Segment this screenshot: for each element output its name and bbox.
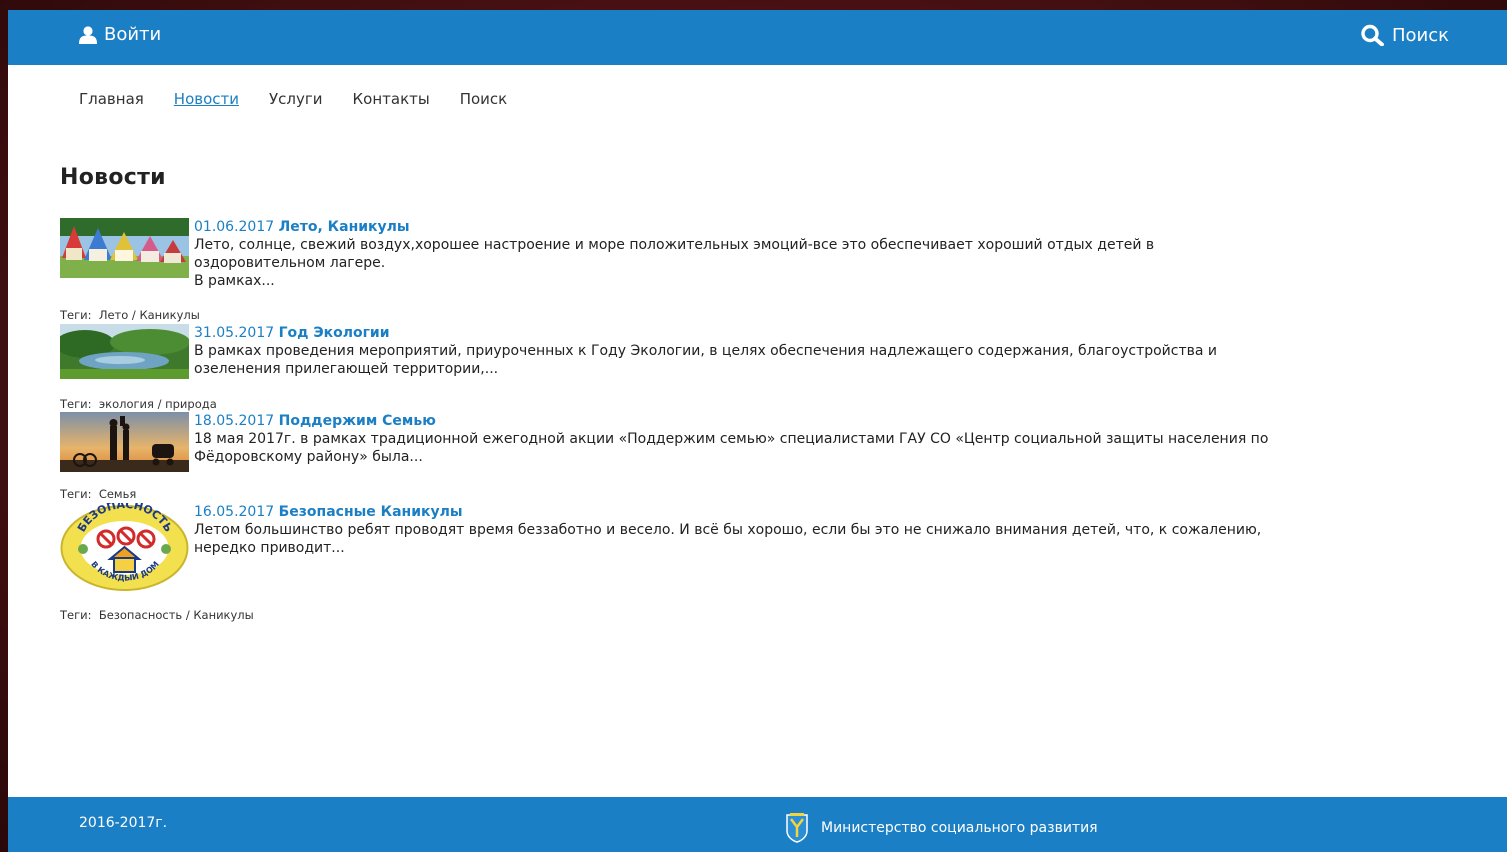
user-icon: [79, 25, 97, 44]
tags-links[interactable]: Безопасность / Каникулы: [99, 608, 254, 622]
menu-item-services[interactable]: Услуги: [269, 90, 322, 108]
news-title-link[interactable]: Безопасные Каникулы: [279, 504, 463, 520]
news-date: 18.05.2017: [194, 413, 275, 429]
news-body: 01.06.2017 Лето, Каникулы Лето, солнце, …: [194, 218, 1480, 290]
search-icon: [1361, 24, 1384, 46]
news-thumbnail-safety[interactable]: БЕЗОПАСНОСТЬ В КАЖДЫЙ ДОМ: [60, 503, 189, 591]
news-tags: Теги: Семья: [60, 487, 136, 501]
news-thumbnail-ecology[interactable]: [60, 324, 189, 379]
news-text-line: оздоровительном лагере.: [194, 255, 386, 271]
news-date: 01.06.2017: [194, 219, 275, 235]
coat-of-arms-icon: [786, 813, 808, 843]
main-menu: Главная Новости Услуги Контакты Поиск: [79, 90, 507, 108]
tags-label: Теги:: [60, 397, 92, 411]
copyright: 2016-2017г.: [79, 815, 168, 831]
news-date: 31.05.2017: [194, 325, 275, 341]
news-body: 18.05.2017 Поддержим Семью 18 мая 2017г.…: [194, 412, 1480, 466]
tags-links[interactable]: экология / природа: [99, 397, 217, 411]
news-text-line: Фёдоровскому району» была...: [194, 449, 423, 465]
news-item-1: 01.06.2017 Лето, Каникулы Лето, солнце, …: [60, 218, 1480, 322]
search-link[interactable]: Поиск: [1360, 24, 1449, 46]
login-link[interactable]: Войти: [78, 24, 161, 45]
menu-item-news[interactable]: Новости: [174, 90, 239, 108]
news-item-4: БЕЗОПАСНОСТЬ В КАЖДЫЙ ДОМ 16.05.2017 Без…: [60, 503, 1480, 622]
top-bar: Войти Поиск: [8, 10, 1507, 65]
news-text-line: Летом большинство ребят проводят время б…: [194, 522, 1262, 538]
tags-label: Теги:: [60, 308, 92, 322]
footer: 2016-2017г. Министерство социального раз…: [8, 797, 1507, 852]
news-item-3: 18.05.2017 Поддержим Семью 18 мая 2017г.…: [60, 412, 1480, 501]
news-tags: Теги: Лето / Каникулы: [60, 308, 200, 322]
news-text-line: В рамках проведения мероприятий, приуроч…: [194, 343, 1218, 359]
news-text-line: нередко приводит...: [194, 540, 345, 556]
news-tags: Теги: Безопасность / Каникулы: [60, 608, 254, 622]
tags-links[interactable]: Лето / Каникулы: [99, 308, 200, 322]
login-label: Войти: [104, 24, 162, 45]
page-frame: Войти Поиск Главная Новости Услуги Конта…: [8, 10, 1507, 852]
news-title-link[interactable]: Год Экологии: [279, 325, 390, 341]
news-tags: Теги: экология / природа: [60, 397, 217, 411]
news-thumbnail-summer-camp[interactable]: [60, 218, 189, 278]
tags-label: Теги:: [60, 608, 92, 622]
news-title-link[interactable]: Поддержим Семью: [279, 413, 436, 429]
news-thumbnail-family[interactable]: [60, 412, 189, 472]
tags-links[interactable]: Семья: [99, 487, 136, 501]
news-body: 16.05.2017 Безопасные Каникулы Летом бол…: [194, 503, 1480, 557]
news-text-line: Лето, солнце, свежий воздух,хорошее наст…: [194, 237, 1155, 253]
ministry-link[interactable]: Министерство социального развития: [785, 813, 1098, 843]
news-body: 31.05.2017 Год Экологии В рамках проведе…: [194, 324, 1480, 378]
news-date: 16.05.2017: [194, 504, 275, 520]
menu-item-home[interactable]: Главная: [79, 90, 144, 108]
news-item-2: 31.05.2017 Год Экологии В рамках проведе…: [60, 324, 1480, 411]
news-text-line: озеленения прилегающей территории,...: [194, 361, 499, 377]
news-text-line: 18 мая 2017г. в рамках традиционной ежег…: [194, 431, 1269, 447]
news-text-line: В рамках...: [194, 273, 275, 289]
search-label: Поиск: [1391, 24, 1449, 46]
page-title: Новости: [60, 165, 166, 190]
menu-item-contacts[interactable]: Контакты: [353, 90, 430, 108]
tags-label: Теги:: [60, 487, 92, 501]
ministry-label: Министерство социального развития: [821, 820, 1098, 836]
news-title-link[interactable]: Лето, Каникулы: [279, 219, 410, 235]
menu-item-search[interactable]: Поиск: [460, 90, 508, 108]
